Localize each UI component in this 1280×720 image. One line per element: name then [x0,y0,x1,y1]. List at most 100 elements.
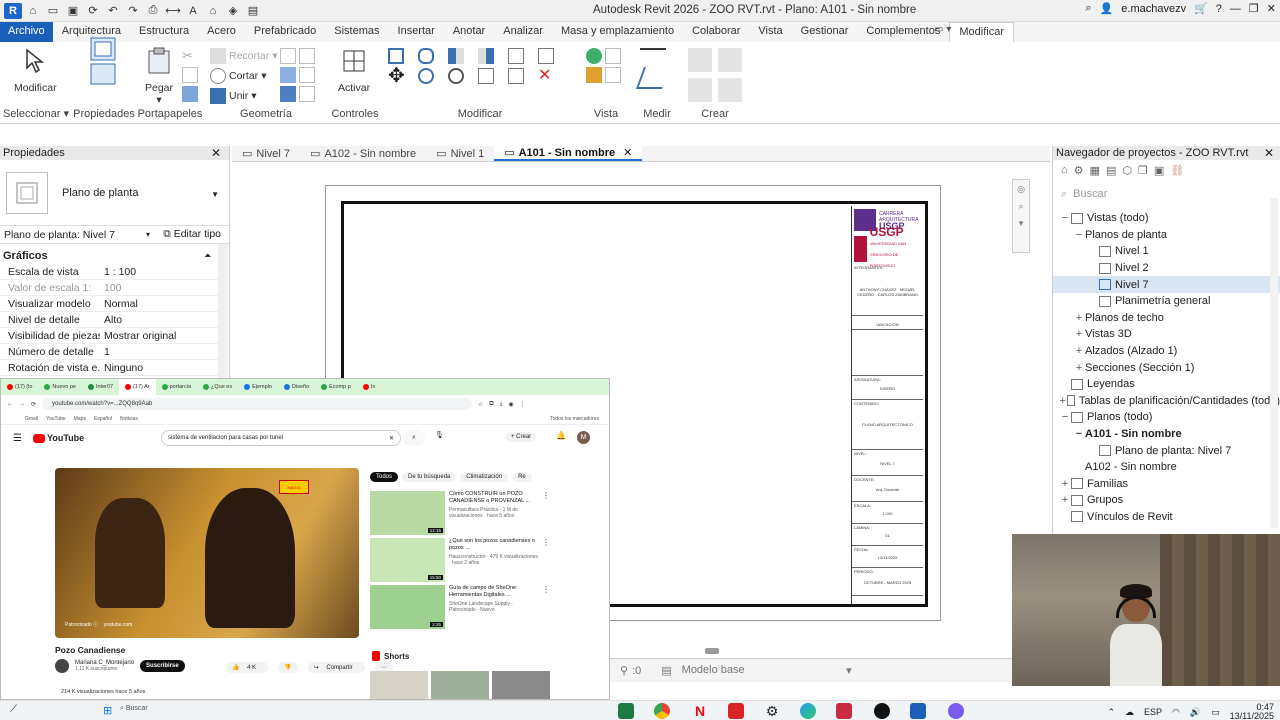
wifi-icon[interactable]: ◠ [1172,707,1180,718]
edit-type-button[interactable]: ⧉ Editar tipo [163,228,221,241]
tree-node[interactable]: Nivel 1 [1053,243,1280,260]
hamburger-menu-icon[interactable]: ☰ [13,433,22,444]
tree-node[interactable]: − Planos (todo) [1053,409,1280,426]
browser-tab[interactable]: Inter07 [82,384,119,390]
short-thumbnail[interactable] [492,671,550,699]
view-3d-icon[interactable]: ⌂ [204,3,222,19]
filter-chip[interactable]: Todos [370,472,399,482]
sync-icon[interactable]: ⟳ [84,3,102,19]
tree-node[interactable]: Nivel 2 [1053,260,1280,277]
ribbon-tab[interactable]: Masa y emplazamiento [552,22,683,42]
create-similar-icon[interactable] [718,78,742,102]
property-row[interactable]: Visibilidad de piezas Mostrar original [0,328,229,344]
recommended-video[interactable]: 12:16 Cómo CONSTRUIR un POZO CANADIENSE o… [370,491,550,535]
linework-icon[interactable] [605,67,621,83]
expand-icon[interactable]: + [1059,395,1067,407]
property-row[interactable]: Valor de escala 1: 100 [0,280,229,296]
recommended-video[interactable]: 2:25 Guía de campo de SheOne: Herramienta… [370,585,550,629]
measure-between-icon[interactable] [640,48,666,64]
instance-selector[interactable]: Plano de planta: Nivel 7 ▾ ⧉ Editar tipo [0,226,229,244]
create-parts-icon[interactable] [718,48,742,72]
print-icon[interactable]: ⎙ [144,3,162,19]
collapse-icon[interactable]: − [1073,229,1085,241]
type-selector[interactable]: Plano de planta ▼ [0,160,229,226]
table-icon[interactable]: ▤ [661,664,671,677]
tree-node[interactable]: A102 - Sin nombre [1053,459,1280,476]
brush-icon[interactable] [586,67,602,83]
section-graphics[interactable]: Gráficos ⏶ [0,248,229,264]
clear-icon[interactable]: ✕ [389,435,394,442]
mirror-axis-icon[interactable] [448,48,464,64]
excel-icon[interactable] [618,703,634,719]
tree-node[interactable]: Leyendas [1053,376,1280,393]
pdf-icon[interactable] [728,703,744,719]
property-value[interactable]: Mostrar original [100,330,229,342]
forward-icon[interactable]: → [19,401,25,407]
property-value[interactable]: Alto [100,314,229,326]
document-tab[interactable]: ▭ A101 - Sin nombre ✕ [494,146,643,161]
microphone-icon[interactable]: 🎙 [435,431,444,439]
hide-icon[interactable] [605,48,621,64]
expand-icon[interactable]: + [1073,328,1085,340]
browser-tab[interactable]: Ecomp p [315,384,357,390]
move-icon[interactable]: ✥ [388,66,405,86]
sheet-icon[interactable]: ▣ [1154,164,1164,177]
ribbon-tab[interactable]: Estructura [130,22,198,42]
discord-icon[interactable] [948,703,964,719]
lightbulb-icon[interactable] [586,48,602,64]
close-icon[interactable]: ✕ [211,146,221,160]
measure-icon[interactable]: ⟷ [164,3,182,19]
edge-icon[interactable] [800,703,816,719]
copy-icon[interactable] [182,67,198,83]
redo-icon[interactable]: ↷ [124,3,142,19]
revit-logo-icon[interactable]: R [4,2,22,19]
speaker-icon[interactable]: 🔊 [1190,707,1201,718]
word-icon[interactable] [836,703,852,719]
split-face-icon[interactable] [299,48,315,64]
undo-icon[interactable]: ↶ [104,3,122,19]
bookmark-link[interactable]: YouTube [46,416,66,422]
ribbon-tab[interactable]: Gestionar [792,22,858,42]
channel-avatar[interactable] [55,659,69,673]
tree-node[interactable]: Nivel 7 [1053,276,1280,293]
bookmark-link[interactable]: Noticias [120,416,138,422]
url-field[interactable]: youtube.com/watch?v=...ZQQ8q9Aab [42,398,473,410]
close-icon[interactable]: ✕ [1267,2,1276,15]
close-icon[interactable]: ✕ [623,146,632,159]
search-icon[interactable]: ⌕ [403,430,425,446]
chrome-icon[interactable] [654,703,670,719]
language-indicator[interactable]: ESP [1144,707,1162,717]
trim-icon[interactable] [478,68,494,84]
cart-icon[interactable]: 🛒 [1194,2,1208,15]
chevron-up-icon[interactable]: ⌃ [1107,707,1115,718]
rotate-icon[interactable] [448,68,464,84]
tree-node[interactable]: + Familias [1053,476,1280,493]
video-thumbnail[interactable]: 2:25 [370,585,445,629]
battery-icon[interactable]: ▭ [1211,707,1220,718]
browser-tab[interactable]: portarcia [156,384,197,390]
ribbon-settings-icon[interactable]: ▭ ▾ [934,24,951,35]
youtube-search-input[interactable]: sistema de ventilacion para casas por tu… [161,430,401,446]
horizontal-scrollbar[interactable] [610,646,1050,656]
table-icon[interactable]: ▤ [1106,164,1116,177]
scrollbar[interactable] [218,244,228,380]
open-icon[interactable]: ▭ [44,3,62,19]
collapse-icon[interactable]: ⏶ [205,251,211,261]
ribbon-tab[interactable]: Vista [749,22,791,42]
create-assembly-icon[interactable] [688,48,712,72]
property-row[interactable]: Rotación de vista e... Ninguno [0,360,229,376]
property-row[interactable]: Nivel de detalle Alto [0,312,229,328]
tree-node[interactable]: + Tablas de planificación/Cantidades (tod… [1053,393,1280,410]
video-player[interactable]: MAGGI Patrocinado ⓘ youtube.com [55,468,359,638]
browser-tab[interactable]: Diseño [278,384,315,390]
property-value[interactable]: 1 : 100 [100,266,229,278]
home-icon[interactable]: ⌂ [24,3,42,19]
align-icon[interactable] [388,48,404,64]
document-tab[interactable]: ▭ Nivel 7 [232,146,300,161]
model-base-dropdown[interactable]: Modelo base ▾ [682,664,852,677]
subscribe-button[interactable]: Suscribirse [140,660,185,672]
group-label-seleccionar[interactable]: Seleccionar ▾ [0,107,72,120]
pin-icon[interactable] [508,68,524,84]
chevron-down-icon[interactable]: ▾ [146,230,150,239]
all-bookmarks-link[interactable]: Todos los marcadores [550,416,599,422]
